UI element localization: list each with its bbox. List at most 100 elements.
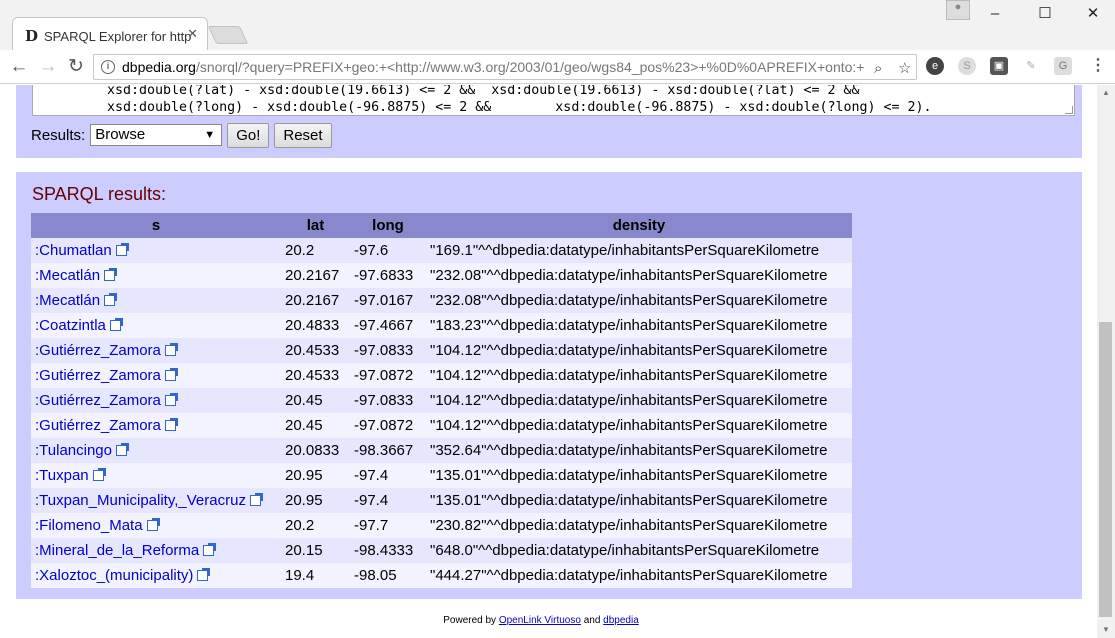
cell-density: "183.23"^^dbpedia:datatype/inhabitantsPe… — [426, 313, 852, 338]
external-link-icon[interactable] — [104, 268, 118, 281]
external-link-icon[interactable] — [164, 368, 178, 381]
vertical-scrollbar[interactable]: ▲ ▼ — [1097, 85, 1115, 638]
external-link-icon[interactable] — [197, 568, 211, 581]
cell-density: "104.12"^^dbpedia:datatype/inhabitantsPe… — [426, 388, 852, 413]
resource-link[interactable]: :Mecatlán — [35, 267, 100, 284]
dropdown-arrow-icon: ▼ — [204, 129, 216, 141]
external-link-icon[interactable] — [104, 293, 118, 306]
query-textarea[interactable]: xsd:double(?lat) - xsd:double(19.6613) <… — [32, 85, 1075, 116]
table-row: :Tuxpan_Municipality,_Veracruz 20.95 -97.4… — [31, 488, 852, 513]
dbpedia-favicon-icon: D — [25, 27, 39, 45]
resource-link[interactable]: :Filomeno_Mata — [35, 517, 143, 534]
cell-s: :Tuxpan — [31, 463, 281, 488]
resource-link[interactable]: :Tuxpan — [35, 467, 89, 484]
resource-link[interactable]: :Chumatlan — [35, 242, 112, 259]
cell-long: -97.4667 — [350, 313, 426, 338]
tab-title: SPARQL Explorer for http — [44, 29, 192, 44]
cell-lat: 20.2167 — [281, 288, 350, 313]
results-title: SPARQL results: — [32, 184, 167, 204]
cell-density: "648.0"^^dbpedia:datatype/inhabitantsPer… — [426, 538, 852, 563]
extension-e-icon[interactable]: e — [926, 57, 944, 75]
cell-density: "104.12"^^dbpedia:datatype/inhabitantsPe… — [426, 363, 852, 388]
resource-link[interactable]: :Gutiérrez_Zamora — [35, 417, 161, 434]
cell-lat: 20.45 — [281, 413, 350, 438]
cell-long: -98.05 — [350, 563, 426, 588]
cell-long: -97.4 — [350, 463, 426, 488]
minimize-icon[interactable]: – — [980, 2, 1010, 26]
resource-link[interactable]: :Tulancingo — [35, 442, 112, 459]
table-row: :Chumatlan 20.2 -97.6 "169.1"^^dbpedia:data… — [31, 238, 852, 263]
cell-lat: 20.2167 — [281, 263, 350, 288]
browser-menu-icon[interactable]: ⋮ — [1090, 55, 1106, 77]
external-link-icon[interactable] — [109, 318, 123, 331]
openlink-virtuoso-link[interactable]: OpenLink Virtuoso — [499, 615, 581, 626]
table-row: :Gutiérrez_Zamora 20.45 -97.0833 "104.12"^^… — [31, 388, 852, 413]
bookmark-star-icon[interactable]: ☆ — [894, 57, 916, 79]
external-link-icon[interactable] — [164, 418, 178, 431]
cell-lat: 20.95 — [281, 488, 350, 513]
table-header-row: s lat long density — [31, 213, 852, 238]
dbpedia-link[interactable]: dbpedia — [603, 615, 639, 626]
reload-icon[interactable]: ↻ — [63, 55, 89, 79]
close-window-icon[interactable]: ✕ — [1078, 2, 1108, 26]
cell-density: "230.82"^^dbpedia:datatype/inhabitantsPe… — [426, 513, 852, 538]
resource-link[interactable]: :Gutiérrez_Zamora — [35, 367, 161, 384]
resource-link[interactable]: :Mecatlán — [35, 292, 100, 309]
url-path: /snorql/?query=PREFIX+geo:+<http://www.w… — [195, 59, 865, 75]
resize-handle-icon[interactable] — [1065, 106, 1073, 114]
external-link-icon[interactable] — [164, 343, 178, 356]
cell-s: :Tulancingo — [31, 438, 281, 463]
table-row: :Xaloztoc_(municipality) 19.4 -98.05 "444.2… — [31, 563, 852, 588]
skype-icon[interactable]: S — [958, 57, 976, 75]
back-icon[interactable]: ← — [6, 55, 32, 79]
table-row: :Gutiérrez_Zamora 20.45 -97.0872 "104.12"^^… — [31, 413, 852, 438]
scroll-down-icon[interactable]: ▼ — [1101, 625, 1111, 634]
cell-s: :Mecatlán — [31, 263, 281, 288]
query-line-2: xsd:double(?long) - xsd:double(-96.8875)… — [107, 100, 932, 115]
zoom-icon[interactable]: ⌕ — [872, 57, 885, 79]
new-tab-button[interactable] — [207, 26, 249, 44]
results-format-select[interactable]: Browse ▼ — [90, 124, 223, 146]
extension-g-icon[interactable]: G — [1054, 57, 1072, 75]
resource-link[interactable]: :Mineral_de_la_Reforma — [35, 542, 199, 559]
external-link-icon[interactable] — [115, 243, 129, 256]
reset-button[interactable]: Reset — [274, 122, 332, 148]
external-link-icon[interactable] — [164, 393, 178, 406]
external-link-icon[interactable] — [92, 468, 106, 481]
external-link-icon[interactable] — [116, 443, 129, 456]
table-row: :Mecatlán 20.2167 -97.0167 "232.08"^^dbpedi… — [31, 288, 852, 313]
external-link-icon[interactable] — [249, 493, 263, 506]
scrollbar-thumb[interactable] — [1099, 322, 1112, 617]
pen-icon[interactable]: ✎ — [1022, 57, 1040, 75]
footer: Powered by OpenLink Virtuoso and dbpedia — [0, 615, 1082, 626]
cell-long: -97.0167 — [350, 288, 426, 313]
external-link-icon[interactable] — [146, 518, 160, 531]
resource-link[interactable]: :Tuxpan_Municipality,_Veracruz — [35, 492, 246, 509]
address-bar[interactable]: i dbpedia.org/snorql/?query=PREFIX+geo:+… — [93, 54, 917, 80]
forward-icon[interactable]: → — [35, 55, 61, 79]
extension-box-icon[interactable]: ▣ — [990, 57, 1008, 75]
url-host: dbpedia.org — [122, 59, 196, 75]
cell-long: -98.3667 — [350, 438, 426, 463]
table-row: :Gutiérrez_Zamora 20.4533 -97.0872 "104.12"… — [31, 363, 852, 388]
cell-long: -97.0872 — [350, 413, 426, 438]
user-profile-icon[interactable]: ● — [946, 0, 970, 20]
column-header-s: s — [31, 213, 281, 238]
cell-lat: 20.0833 — [281, 438, 350, 463]
browser-tab[interactable]: D SPARQL Explorer for http ✕ — [12, 17, 208, 50]
resource-link[interactable]: :Coatzintla — [35, 317, 106, 334]
external-link-icon[interactable] — [203, 543, 217, 556]
scroll-up-icon[interactable]: ▲ — [1101, 88, 1111, 97]
cell-lat: 20.4533 — [281, 338, 350, 363]
cell-lat: 20.4833 — [281, 313, 350, 338]
resource-link[interactable]: :Gutiérrez_Zamora — [35, 392, 161, 409]
cell-long: -97.0833 — [350, 338, 426, 363]
cell-s: :Tuxpan_Municipality,_Veracruz — [31, 488, 281, 513]
resource-link[interactable]: :Gutiérrez_Zamora — [35, 342, 161, 359]
maximize-icon[interactable]: ☐ — [1030, 2, 1060, 26]
close-tab-icon[interactable]: ✕ — [187, 26, 198, 42]
site-info-icon[interactable]: i — [101, 60, 115, 74]
footer-middle: and — [580, 615, 604, 626]
resource-link[interactable]: :Xaloztoc_(municipality) — [35, 567, 193, 584]
go-button[interactable]: Go! — [227, 122, 270, 148]
